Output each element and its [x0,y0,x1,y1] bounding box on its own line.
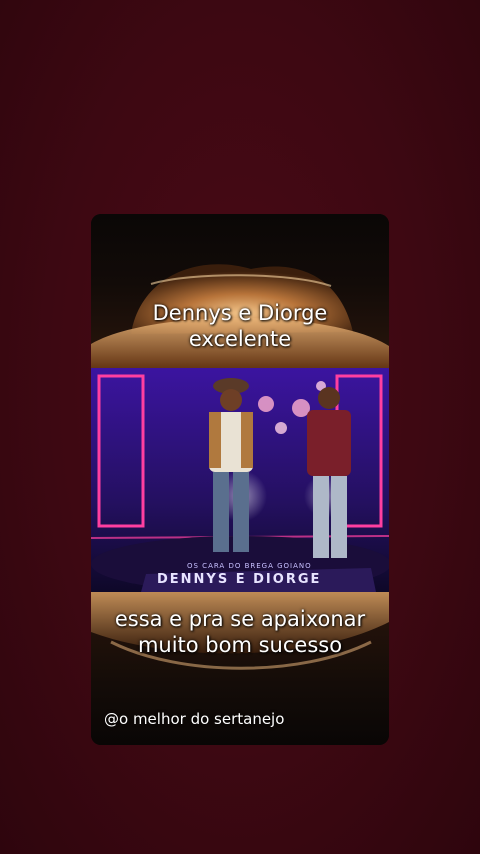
caption-top-line-1: Dennys e Diorge [152,301,328,325]
caption-bottom-line-1: essa e pra se apaixonar [114,607,366,631]
caption-bottom: essa e pra se apaixonar muito bom sucess… [91,606,389,658]
video-card[interactable]: OS CARA DO BREGA GOIANO DENNYS E DIORGE … [91,214,389,745]
caption-top-line-2: excelente [188,327,292,351]
caption-top: Dennys e Diorge excelente [91,300,389,352]
stage-photo: OS CARA DO BREGA GOIANO DENNYS E DIORGE [91,368,389,592]
stage-banner-big: DENNYS E DIORGE [157,572,322,587]
caption-bottom-line-2: muito bom sucesso [137,633,343,657]
stage-banner: OS CARA DO BREGA GOIANO [187,562,312,570]
author-handle[interactable]: @o melhor do sertanejo [104,710,284,728]
